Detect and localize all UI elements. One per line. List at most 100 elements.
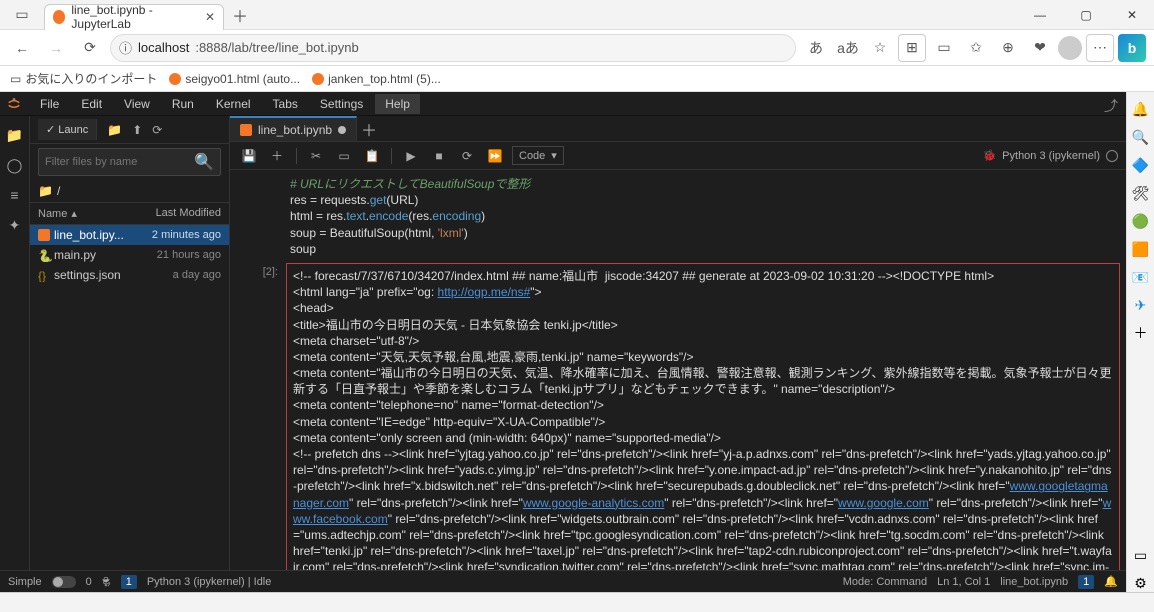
url-input[interactable]: ⓘ localhost:8888/lab/tree/line_bot.ipynb — [110, 34, 796, 62]
upload-icon[interactable]: ⬆ — [132, 123, 142, 137]
kernels-count[interactable]: 1 — [121, 575, 137, 589]
simple-toggle[interactable] — [52, 576, 76, 588]
breadcrumb[interactable]: 📁 / — [30, 180, 229, 203]
stop-button[interactable]: ■ — [428, 145, 450, 167]
shopping-icon[interactable]: 🔷 — [1132, 156, 1150, 174]
browser-statusbar — [0, 592, 1154, 612]
search-side-icon[interactable]: 🔍 — [1132, 128, 1150, 146]
filebrowser-icon[interactable]: 📁 — [6, 126, 24, 144]
celltype-select[interactable]: Code▾ — [512, 146, 564, 165]
extension-icon[interactable]: ⊞ — [898, 34, 926, 62]
edge-sidebar: 🔔 🔍 🔷 🛠 🟢 🟧 📧 ✈ ＋ ▭ ⚙ — [1126, 92, 1154, 592]
app-menu-icon[interactable]: ▭ — [8, 1, 36, 29]
restart-button[interactable]: ⟳ — [456, 145, 478, 167]
minimize-button[interactable]: — — [1018, 0, 1062, 30]
share-icon[interactable]: ⤴ — [1100, 92, 1122, 120]
filter-box[interactable]: 🔍 — [38, 148, 221, 176]
python-icon: 🐍 — [38, 249, 50, 261]
toc-icon[interactable]: ≡ — [6, 186, 24, 204]
chat-icon[interactable]: 🔔 — [1132, 100, 1150, 118]
profile-avatar[interactable] — [1058, 36, 1082, 60]
paste-button[interactable]: 📋 — [361, 145, 383, 167]
cut-button[interactable]: ✂ — [305, 145, 327, 167]
downloads-icon[interactable]: ⊕ — [994, 34, 1022, 62]
maximize-button[interactable]: ▢ — [1064, 0, 1108, 30]
terminals-count[interactable]: 0 — [86, 576, 92, 588]
browser-tab[interactable]: line_bot.ipynb - JupyterLab ✕ — [44, 4, 224, 30]
menu-edit[interactable]: Edit — [71, 94, 112, 114]
file-browser-panel: ✓ Launc 📁 ⬆ ⟳ 🔍 📁 / Name ▴ Last Modified… — [30, 116, 230, 570]
close-window-button[interactable]: ✕ — [1110, 0, 1154, 30]
notebook-toolbar: 💾 ＋ ✂ ▭ 📋 ▶ ■ ⟳ ⏩ Code▾ 🐞 Python 3 (ipyk… — [230, 142, 1126, 170]
file-row[interactable]: 🐍main.py21 hours ago — [30, 245, 229, 265]
forward-button[interactable]: → — [42, 34, 70, 62]
back-button[interactable]: ← — [8, 34, 36, 62]
bookmarks-bar: ▭ お気に入りのインポート seigyo01.html (auto... jan… — [0, 66, 1154, 92]
run-all-button[interactable]: ⏩ — [484, 145, 506, 167]
add-tab-button[interactable]: ＋ — [357, 116, 381, 141]
tools-icon[interactable]: 🛠 — [1132, 184, 1150, 202]
copy-button[interactable]: ▭ — [333, 145, 355, 167]
notebook-area[interactable]: # URLにリクエストしてBeautifulSoupで整形 res = requ… — [230, 170, 1126, 570]
text-size-icon[interactable]: aあ — [834, 34, 862, 62]
code-body[interactable]: # URLにリクエストしてBeautifulSoupで整形 res = requ… — [286, 174, 1120, 259]
reader-a-icon[interactable]: あ — [802, 34, 830, 62]
collections-icon[interactable]: ▭ — [930, 34, 958, 62]
kernel-name[interactable]: Python 3 (ipykernel) — [1002, 150, 1100, 162]
games-icon[interactable]: 🟢 — [1132, 212, 1150, 230]
new-folder-icon[interactable]: 📁 — [107, 123, 122, 137]
header-name[interactable]: Name — [38, 208, 67, 220]
save-button[interactable]: 💾 — [238, 145, 260, 167]
header-modified[interactable]: Last Modified — [156, 207, 221, 220]
bookmark-import[interactable]: ▭ お気に入りのインポート — [10, 70, 157, 87]
jupyter-icon — [53, 10, 65, 24]
menu-kernel[interactable]: Kernel — [206, 94, 261, 114]
browser-addressbar: ← → ⟳ ⓘ localhost:8888/lab/tree/line_bot… — [0, 30, 1154, 66]
sort-asc-icon: ▴ — [71, 207, 77, 220]
site-info-icon[interactable]: ⓘ — [119, 38, 132, 57]
settings-side-icon[interactable]: ⚙ — [1132, 574, 1150, 592]
menu-settings[interactable]: Settings — [310, 94, 373, 114]
insert-cell-button[interactable]: ＋ — [266, 145, 288, 167]
favorites-icon[interactable]: ✩ — [962, 34, 990, 62]
bookmark-seigyo[interactable]: seigyo01.html (auto... — [169, 72, 300, 86]
lncol-text[interactable]: Ln 1, Col 1 — [937, 576, 990, 588]
kernel-status-icon — [1106, 150, 1118, 162]
url-host: localhost — [138, 40, 189, 55]
extensions-icon[interactable]: ✦ — [6, 216, 24, 234]
jupyter-logo-icon[interactable] — [4, 94, 24, 114]
tab-linebot[interactable]: line_bot.ipynb — [230, 116, 357, 141]
menu-tabs[interactable]: Tabs — [263, 94, 308, 114]
star-icon[interactable]: ☆ — [866, 34, 894, 62]
refresh-button[interactable]: ⟳ — [76, 34, 104, 62]
menu-run[interactable]: Run — [162, 94, 204, 114]
running-icon[interactable]: ◯ — [6, 156, 24, 174]
launcher-tab[interactable]: ✓ Launc — [38, 119, 97, 140]
menu-file[interactable]: File — [30, 94, 69, 114]
notifications-badge[interactable]: 1 — [1078, 575, 1094, 589]
refresh-files-icon[interactable]: ⟳ — [152, 123, 162, 137]
close-tab-icon[interactable]: ✕ — [205, 10, 215, 24]
kernel-status-text[interactable]: Python 3 (ipykernel) | Idle — [147, 576, 272, 588]
run-button[interactable]: ▶ — [400, 145, 422, 167]
file-row[interactable]: line_bot.ipy...2 minutes ago — [30, 225, 229, 245]
file-row[interactable]: {}settings.jsona day ago — [30, 265, 229, 285]
chevron-down-icon: ▾ — [551, 149, 557, 162]
filter-input[interactable] — [45, 156, 194, 168]
more-icon[interactable]: ⋯ — [1086, 34, 1114, 62]
menu-help[interactable]: Help — [375, 94, 420, 114]
new-tab-button[interactable]: ＋ — [224, 3, 256, 27]
bell-icon[interactable]: 🔔 — [1104, 575, 1118, 588]
hide-side-icon[interactable]: ▭ — [1132, 546, 1150, 564]
menu-view[interactable]: View — [114, 94, 160, 114]
send-icon[interactable]: ✈ — [1132, 296, 1150, 314]
outlook-icon[interactable]: 📧 — [1132, 268, 1150, 286]
bing-icon[interactable]: b — [1118, 34, 1146, 62]
bookmark-janken[interactable]: janken_top.html (5)... — [312, 72, 441, 86]
debug-icon[interactable]: 🐞 — [982, 149, 996, 162]
add-side-icon[interactable]: ＋ — [1132, 324, 1150, 342]
m365-icon[interactable]: 🟧 — [1132, 240, 1150, 258]
code-cell[interactable]: # URLにリクエストしてBeautifulSoupで整形 res = requ… — [236, 174, 1120, 259]
heart-icon[interactable]: ❤ — [1026, 34, 1054, 62]
output-body[interactable]: <!-- forecast/7/37/6710/34207/index.html… — [286, 263, 1120, 570]
